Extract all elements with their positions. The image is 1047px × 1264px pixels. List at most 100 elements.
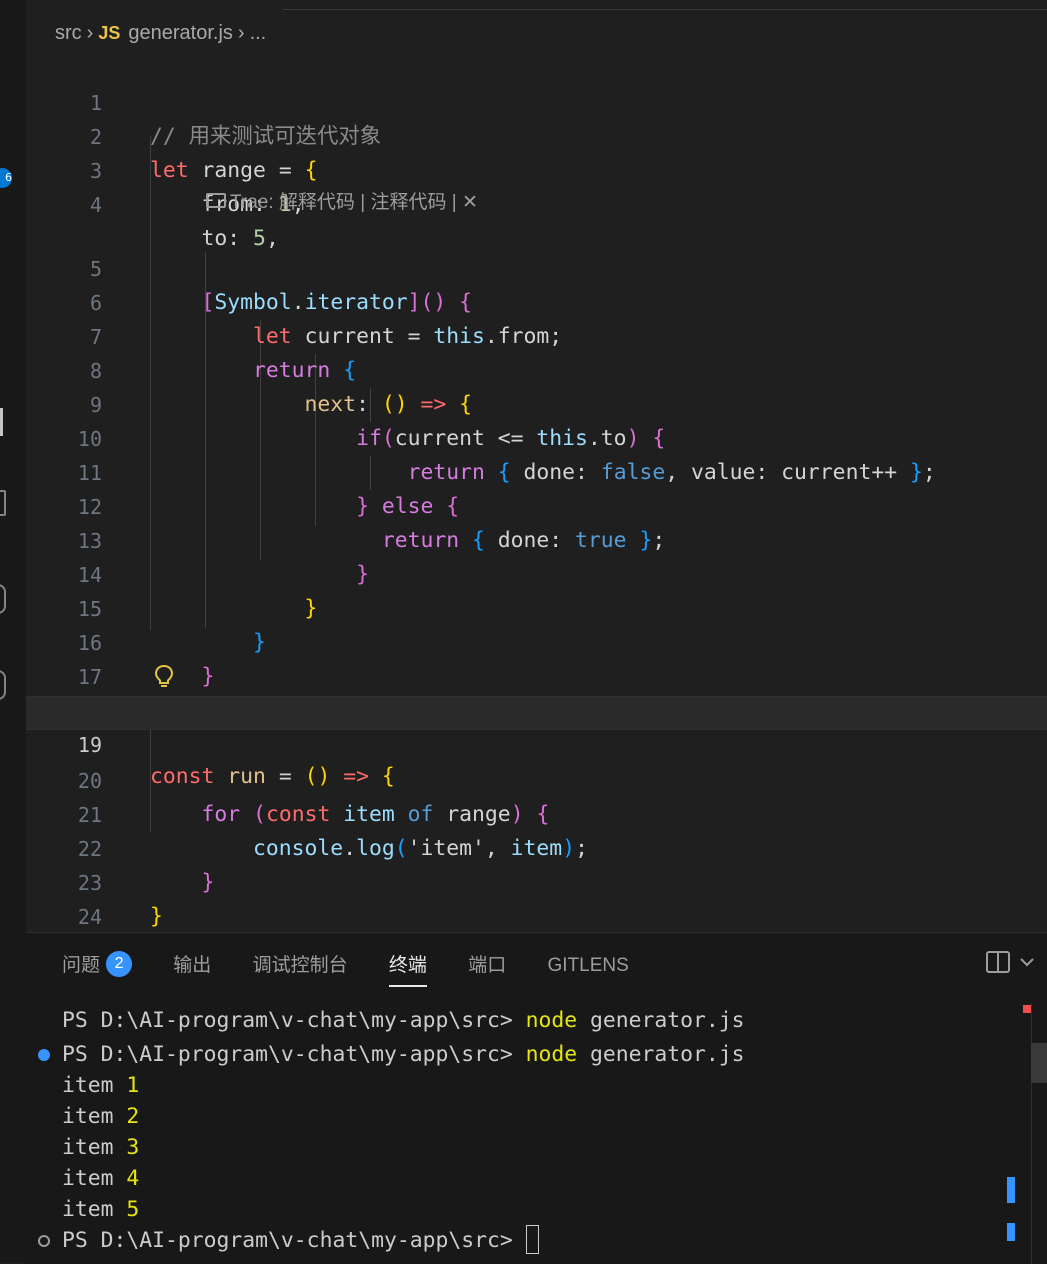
- output-label: item: [62, 1166, 127, 1191]
- terminal-prompt: PS D:\AI-program\v-chat\my-app\src>: [62, 1228, 526, 1253]
- breadcrumb-file[interactable]: generator.js: [128, 22, 233, 44]
- output-label: item: [62, 1104, 127, 1129]
- output-label: item: [62, 1197, 127, 1222]
- bottom-panel: 问题 2 输出 调试控制台 终端 端口 GITLENS PS D:\AI-prog…: [26, 932, 1047, 1264]
- terminal-line: item 4: [62, 1163, 139, 1194]
- terminal-line: PS D:\AI-program\v-chat\my-app\src>: [38, 1224, 539, 1256]
- code-line[interactable]: 12 return { done: true };: [26, 456, 1047, 553]
- code-line[interactable]: 1 // 用来测试可迭代对象: [26, 52, 1047, 149]
- token: }: [150, 904, 163, 929]
- code-line[interactable]: 17 };: [26, 626, 1047, 723]
- line-number: 24: [77, 905, 102, 929]
- account-icon[interactable]: [0, 584, 6, 614]
- output-value: 4: [126, 1166, 140, 1191]
- scrollbar-thumb[interactable]: [1031, 1043, 1047, 1083]
- output-value: 5: [126, 1197, 140, 1222]
- code-line[interactable]: 20 for (const item of range) {: [26, 730, 1047, 827]
- code-line[interactable]: 24 run();: [26, 866, 1047, 963]
- line-number: 4: [89, 193, 102, 217]
- terminal-argument: generator.js: [577, 1042, 745, 1067]
- settings-icon[interactable]: [0, 670, 6, 700]
- terminal-line: item 2: [62, 1101, 139, 1132]
- chevron-down-icon[interactable]: [1018, 951, 1036, 973]
- terminal-line: item 1: [62, 1070, 139, 1101]
- output-value: 2: [126, 1104, 140, 1129]
- tab-output[interactable]: 输出: [173, 951, 211, 981]
- code-line[interactable]: 14 }: [26, 524, 1047, 621]
- output-value: 3: [126, 1135, 140, 1160]
- terminal-command: node: [525, 1042, 578, 1067]
- tab-label: 调试控制台: [252, 955, 348, 976]
- lightbulb-icon[interactable]: [154, 664, 174, 690]
- tab-label: GITLENS: [547, 955, 629, 976]
- breadcrumb-more[interactable]: ...: [250, 22, 267, 44]
- code-line[interactable]: 9 if(current <= this.to) {: [26, 354, 1047, 451]
- codelens-separator: |: [446, 192, 462, 213]
- terminal-command: node: [525, 1008, 578, 1033]
- tab-terminal[interactable]: 终端: [388, 951, 427, 987]
- code-line[interactable]: 15 }: [26, 558, 1047, 655]
- close-icon[interactable]: ✕: [462, 192, 478, 213]
- output-label: item: [62, 1073, 127, 1098]
- chevron-right-icon: ›: [86, 22, 94, 44]
- terminal-argument: generator.js: [577, 1008, 745, 1033]
- code-line[interactable]: 4 to: 5,: [26, 154, 1047, 251]
- terminal-line: item 5: [62, 1194, 139, 1225]
- terminal-cursor: [525, 1224, 539, 1254]
- codelens-explain-link[interactable]: 解释代码: [279, 192, 355, 213]
- code-line[interactable]: 10 return { done: false, value: current+…: [26, 388, 1047, 485]
- breadcrumb-folder[interactable]: src: [55, 22, 82, 44]
- tab-gitlens[interactable]: GITLENS: [547, 951, 628, 981]
- output-label: item: [62, 1135, 127, 1160]
- chevron-right-icon: ›: [237, 22, 245, 44]
- activity-badge: 6: [0, 168, 12, 188]
- ai-assistant-icon: [206, 193, 226, 209]
- terminal-line: PS D:\AI-program\v-chat\my-app\src> node…: [62, 1005, 745, 1036]
- scrollbar-marker: [1007, 1177, 1015, 1203]
- code-line-current[interactable]: 19 const run = () => {: [26, 696, 1047, 789]
- code-editor[interactable]: 1 // 用来测试可迭代对象 2 let range = { 3 from: 1…: [26, 52, 1047, 963]
- scrollbar-error-marker: [1023, 1005, 1031, 1013]
- javascript-file-icon: JS: [98, 23, 121, 43]
- terminal-line: item 3: [62, 1132, 139, 1163]
- terminal-output[interactable]: PS D:\AI-program\v-chat\my-app\src> node…: [38, 1005, 1012, 1256]
- codelens-comment-link[interactable]: 注释代码: [370, 192, 446, 213]
- split-editor-icon[interactable]: [986, 951, 1010, 973]
- scrollbar-marker: [1007, 1223, 1015, 1241]
- problems-count-badge: 2: [106, 950, 133, 977]
- code-line[interactable]: 22 }: [26, 798, 1047, 895]
- tab-label: 输出: [173, 955, 212, 976]
- terminal-prompt: PS D:\AI-program\v-chat\my-app\src>: [62, 1042, 526, 1067]
- codelens-bar: Trae: 解释代码 | 注释代码 | ✕: [206, 188, 478, 218]
- output-value: 1: [126, 1073, 140, 1098]
- code-line[interactable]: 2 let range = {: [26, 86, 1047, 183]
- code-line[interactable]: 11 } else {: [26, 422, 1047, 519]
- breadcrumb: src › JS generator.js ›...: [55, 20, 266, 46]
- terminal-line: PS D:\AI-program\v-chat\my-app\src> node…: [38, 1039, 745, 1070]
- code-line[interactable]: 6 let current = this.from;: [26, 252, 1047, 349]
- codelens-separator: |: [354, 192, 371, 213]
- code-line[interactable]: 21 console.log('item', item);: [26, 764, 1047, 861]
- code-line[interactable]: 16 }: [26, 592, 1047, 689]
- code-line[interactable]: 3 from: 1,: [26, 120, 1047, 217]
- code-line[interactable]: 23 }: [26, 832, 1047, 929]
- command-pending-dot[interactable]: [38, 1235, 50, 1247]
- tab-problems[interactable]: 问题 2: [62, 950, 133, 981]
- codelens-provider: Trae:: [230, 192, 279, 213]
- tab-bar-border: [283, 9, 1047, 10]
- extension-icon[interactable]: [0, 490, 6, 516]
- tab-label: 终端: [388, 955, 427, 976]
- code-line[interactable]: 13 }: [26, 490, 1047, 587]
- tab-debug-console[interactable]: 调试控制台: [253, 951, 348, 981]
- tab-label: 端口: [468, 955, 507, 976]
- code-line[interactable]: 5 [Symbol.iterator]() {: [26, 218, 1047, 315]
- code-line[interactable]: 18: [26, 660, 1047, 723]
- terminal-prompt: PS D:\AI-program\v-chat\my-app\src>: [62, 1008, 526, 1033]
- activity-bar-edge: 6: [0, 0, 26, 1263]
- code-line[interactable]: 7 return {: [26, 286, 1047, 383]
- tab-label: 问题: [62, 955, 101, 976]
- tab-ports[interactable]: 端口: [468, 951, 506, 981]
- code-line[interactable]: 8 next: () => {: [26, 320, 1047, 417]
- command-success-dot[interactable]: [38, 1049, 50, 1061]
- active-indicator: [0, 408, 3, 436]
